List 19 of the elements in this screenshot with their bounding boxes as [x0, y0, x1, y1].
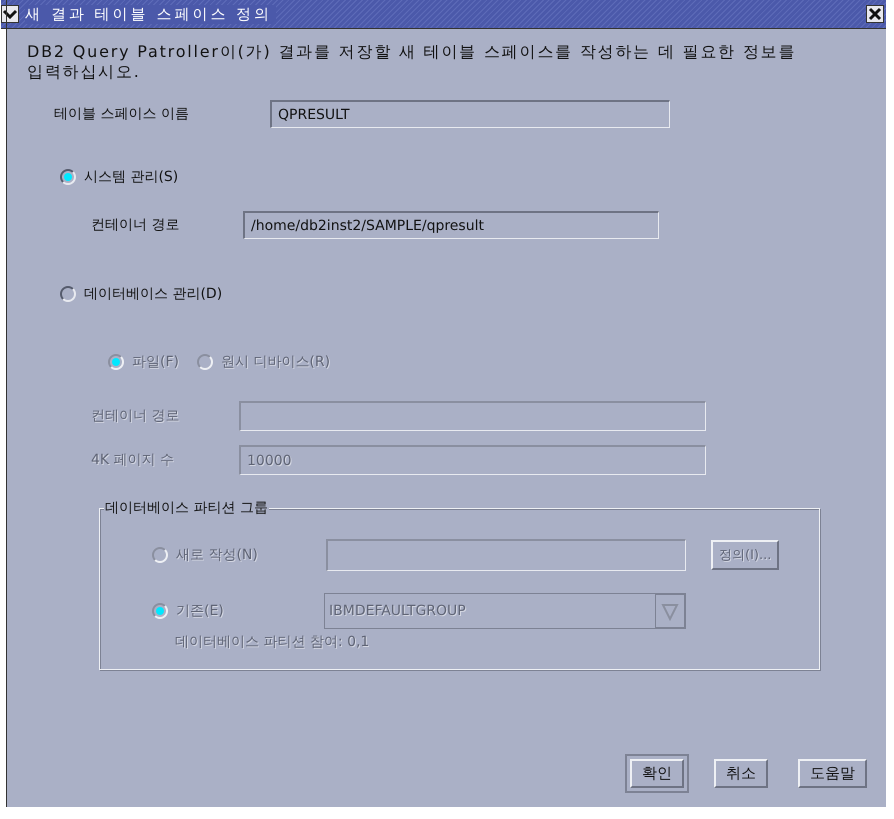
- input-field[interactable]: /home/db2inst2/SAMPLE/qpresult: [243, 211, 659, 239]
- field-label: 컨테이너 경로: [91, 216, 180, 234]
- radio-button[interactable]: [60, 286, 76, 302]
- field-label: 컨테이너 경로: [91, 407, 180, 425]
- partition-participation-text: 데이터베이스 파티션 참여: 0,1: [175, 633, 370, 651]
- radio-label[interactable]: 데이터베이스 관리(D): [84, 285, 222, 303]
- group-title: 데이터베이스 파티션 그룹: [104, 499, 269, 517]
- input-field[interactable]: [326, 539, 686, 571]
- radio-label[interactable]: 시스템 관리(S): [84, 168, 178, 186]
- dropdown-value: IBMDEFAULTGROUP: [328, 603, 467, 619]
- field-label: 테이블 스페이스 이름: [54, 105, 190, 123]
- field-label: 4K 페이지 수: [91, 451, 175, 469]
- close-icon[interactable]: [866, 5, 884, 23]
- input-field[interactable]: QPRESULT: [270, 100, 670, 128]
- menu-caret-icon[interactable]: [1, 5, 19, 23]
- window-title: 새 결과 테이블 스페이스 정의: [25, 4, 276, 24]
- description-text: DB2 Query Patroller이(가) 결과를 저장할 새 테이블 스페이스를 작성하는 데 필요한 정보를 입력하십시오.: [27, 42, 798, 82]
- dialog-button[interactable]: 확인: [625, 754, 689, 793]
- radio-button[interactable]: [60, 169, 76, 185]
